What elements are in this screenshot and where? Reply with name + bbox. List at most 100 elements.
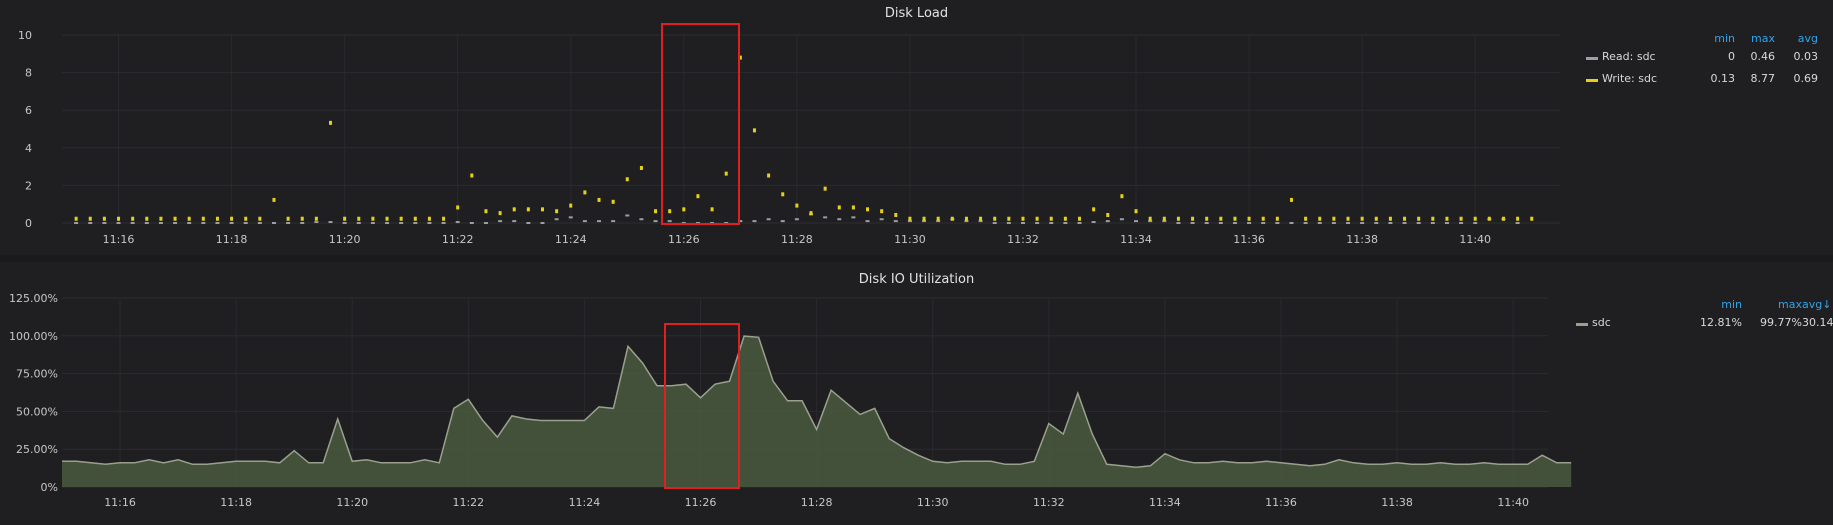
write-point (74, 216, 78, 221)
read-point (1204, 222, 1209, 224)
write-point (272, 197, 276, 202)
read-point (1473, 222, 1478, 224)
write-point (1445, 216, 1449, 221)
write-point (555, 209, 559, 214)
write-series-swatch (1586, 79, 1598, 82)
y-tick-label: 50.00% (16, 405, 58, 418)
write-point (1063, 216, 1067, 221)
read-point (1063, 222, 1068, 224)
write-point (795, 203, 799, 208)
read-point (257, 222, 262, 224)
write-point (88, 216, 92, 221)
legend-header-avg[interactable]: avg (1758, 32, 1818, 45)
read-point (187, 222, 192, 224)
disk-io-chart: 0% 25.00% 50.00% 75.00% 100.00% 125.00% 11:16 1… (9, 292, 1572, 509)
x-tick-label: 11:16 (103, 233, 135, 246)
read-point (370, 222, 375, 224)
read-point (1020, 222, 1025, 224)
read-point (992, 222, 997, 224)
y-tick-label: 2 (25, 179, 32, 192)
x-tick-label: 11:22 (442, 233, 474, 246)
write-point (427, 216, 431, 221)
read-point (455, 221, 460, 224)
legend-header-avg[interactable]: avg↓ (1802, 298, 1831, 311)
read-point (512, 220, 517, 223)
write-point (1346, 216, 1350, 221)
write-point (1431, 216, 1435, 221)
read-point (893, 220, 898, 223)
read-point (837, 218, 842, 221)
x-tick-label: 11:20 (329, 233, 361, 246)
x-tick-label: 11:32 (1007, 233, 1039, 246)
write-point (498, 211, 502, 216)
write-point (1106, 212, 1110, 217)
write-point (1417, 216, 1421, 221)
write-point (922, 216, 926, 221)
y-tick-label: 0 (25, 217, 32, 230)
write-point (837, 205, 841, 210)
disk-io-legend: min max avg↓ sdc 12.81% 99.77% 30.14% (1570, 298, 1833, 338)
write-point (993, 216, 997, 221)
read-point (399, 222, 404, 224)
y-tick-label: 100.00% (9, 330, 58, 343)
x-tick-label: 11:40 (1497, 496, 1529, 509)
read-point (215, 222, 220, 224)
legend-item-write[interactable]: Write: sdc 0.13 8.77 0.69 (1580, 72, 1820, 88)
x-tick-label: 11:24 (555, 233, 587, 246)
legend-header-max[interactable]: max (1742, 298, 1802, 311)
read-point (441, 222, 446, 224)
write-point (639, 165, 643, 170)
write-point (1318, 216, 1322, 221)
write-point (880, 209, 884, 214)
read-point (1261, 222, 1266, 224)
write-point (385, 216, 389, 221)
read-point (88, 222, 93, 224)
write-point (936, 216, 940, 221)
x-tick-label: 11:28 (801, 496, 833, 509)
read-point (526, 222, 531, 224)
read-point (314, 221, 319, 224)
write-point (1007, 216, 1011, 221)
legend-item-sdc[interactable]: sdc 12.81% 99.77% 30.14% (1570, 316, 1833, 332)
write-point (300, 216, 304, 221)
write-point (187, 216, 191, 221)
read-point (356, 222, 361, 224)
x-tick-label: 11:20 (336, 496, 368, 509)
write-point (1233, 216, 1237, 221)
x-tick-label: 11:22 (452, 496, 484, 509)
read-point (328, 221, 333, 224)
write-point (894, 212, 898, 217)
read-point (1119, 218, 1124, 221)
write-point (442, 216, 446, 221)
legend-name: Read: sdc (1602, 50, 1656, 63)
read-point (1346, 222, 1351, 224)
write-point (1516, 216, 1520, 221)
legend-header-min[interactable]: min (1682, 298, 1742, 311)
read-point (1275, 222, 1280, 224)
read-point (1444, 222, 1449, 224)
read-point (342, 222, 347, 224)
read-point (1077, 222, 1082, 224)
legend-item-read[interactable]: Read: sdc 0 0.46 0.03 (1580, 50, 1820, 66)
write-point (102, 216, 106, 221)
legend-min: 12.81% (1700, 316, 1742, 329)
x-tick-label: 11:26 (685, 496, 717, 509)
write-point (1035, 216, 1039, 221)
disk-load-legend: min max avg Read: sdc 0 0.46 0.03 Write:… (1580, 32, 1820, 92)
read-point (780, 220, 785, 223)
write-point (173, 216, 177, 221)
legend-max: 99.77% (1760, 316, 1802, 329)
write-point (1487, 216, 1491, 221)
read-point (540, 222, 545, 224)
y-tick-label: 6 (25, 104, 32, 117)
write-point (286, 216, 290, 221)
write-point (1403, 216, 1407, 221)
y-tick-label: 4 (25, 142, 32, 155)
read-point (625, 214, 630, 217)
read-point (851, 216, 856, 219)
write-point (357, 216, 361, 221)
read-point (1232, 222, 1237, 224)
read-point (865, 220, 870, 223)
write-point (145, 216, 149, 221)
write-point (1162, 216, 1166, 221)
